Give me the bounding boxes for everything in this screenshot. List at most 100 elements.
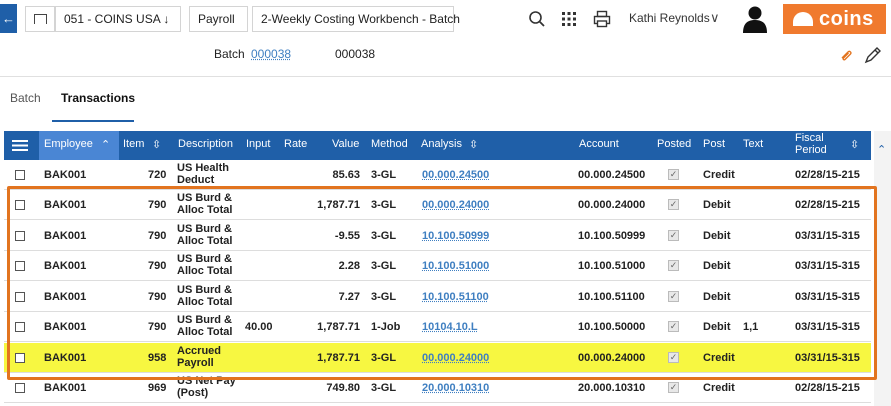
description-line-1: US Burd & xyxy=(177,284,232,296)
description-line-2: Alloc Total xyxy=(177,235,233,247)
col-text[interactable]: Text xyxy=(743,138,763,150)
col-rate[interactable]: Rate xyxy=(284,138,307,150)
analysis-link[interactable]: 10.100.50999 xyxy=(422,230,489,242)
table-row[interactable]: BAK001 720 US Health Deduct 85.63 3-GL 00.000.… xyxy=(4,160,871,190)
table-row[interactable]: BAK001 790 US Burd & Alloc Total 7.27 3-GL 10.… xyxy=(4,282,871,312)
sort-icon[interactable]: ⇳ xyxy=(152,138,161,151)
col-employee[interactable]: Employee xyxy=(44,138,93,150)
print-icon[interactable] xyxy=(593,10,611,28)
method-cell: 3-GL xyxy=(371,230,397,242)
column-menu-icon[interactable] xyxy=(12,139,28,152)
col-fiscal[interactable]: Fiscal xyxy=(795,132,824,144)
post-cell: Debit xyxy=(703,260,731,272)
breadcrumb-workbench[interactable]: 2-Weekly Costing Workbench - Batch xyxy=(252,6,460,32)
analysis-link[interactable]: 10104.10.L xyxy=(422,321,478,333)
value-cell: 85.63 xyxy=(332,169,360,181)
col-account[interactable]: Account xyxy=(579,138,619,150)
tab-transactions[interactable]: Transactions xyxy=(61,91,135,105)
account-cell: 00.000.24000 xyxy=(578,199,646,211)
item-cell: 790 xyxy=(148,291,167,303)
value-cell: 2.28 xyxy=(338,260,360,272)
table-row[interactable]: BAK001 790 US Burd & Alloc Total 1,787.71 3-G… xyxy=(4,190,871,220)
analysis-link[interactable]: 00.000.24000 xyxy=(422,199,489,211)
item-cell: 969 xyxy=(148,382,167,394)
back-button[interactable]: ← xyxy=(0,4,17,33)
description-line-1: US Net Pay xyxy=(177,375,236,387)
col-period[interactable]: Period xyxy=(795,144,827,156)
row-checkbox[interactable] xyxy=(15,200,25,210)
table-row[interactable]: BAK001 969 US Net Pay (Post) 749.80 3-GL 20.00… xyxy=(4,373,871,403)
item-cell: 790 xyxy=(148,260,167,272)
col-posted[interactable]: Posted xyxy=(657,138,691,150)
edit-icon[interactable] xyxy=(863,45,883,65)
sort-asc-icon[interactable]: ⌃ xyxy=(101,138,110,151)
analysis-link[interactable]: 00.000.24500 xyxy=(422,169,489,181)
col-input[interactable]: Input xyxy=(246,138,270,150)
vertical-scrollbar[interactable]: ⌃ xyxy=(874,131,891,406)
chevron-down-icon[interactable]: ∨ xyxy=(710,10,720,26)
breadcrumb-payroll[interactable]: Payroll xyxy=(189,6,248,32)
value-cell: 1,787.71 xyxy=(317,199,360,211)
row-checkbox[interactable] xyxy=(15,261,25,271)
description-line-2: Deduct xyxy=(177,174,215,186)
row-checkbox[interactable] xyxy=(15,231,25,241)
row-checkbox[interactable] xyxy=(15,170,25,180)
col-value[interactable]: Value xyxy=(332,138,359,150)
description-line-1: US Burd & xyxy=(177,253,232,265)
analysis-link[interactable]: 00.000.24000 xyxy=(422,352,489,364)
batch-link[interactable]: 000038 xyxy=(251,47,291,61)
paperclip-icon[interactable] xyxy=(839,48,855,64)
tab-batch[interactable]: Batch xyxy=(10,91,41,105)
period-cell: 03/31/15-315 xyxy=(795,352,860,364)
posted-checkbox: ✓ xyxy=(668,382,679,393)
account-cell: 10.100.51100 xyxy=(578,291,645,303)
analysis-link[interactable]: 20.000.10310 xyxy=(422,382,489,394)
employee-cell: BAK001 xyxy=(44,382,87,394)
row-checkbox[interactable] xyxy=(15,292,25,302)
table-row[interactable]: BAK001 790 US Burd & Alloc Total 2.28 3-GL 10.… xyxy=(4,251,871,281)
posted-checkbox: ✓ xyxy=(668,260,679,271)
col-analysis[interactable]: Analysis xyxy=(421,138,462,150)
row-checkbox[interactable] xyxy=(15,383,25,393)
employee-cell: BAK001 xyxy=(44,199,87,211)
analysis-link[interactable]: 10.100.51000 xyxy=(422,260,489,272)
apps-grid-icon[interactable] xyxy=(560,10,578,28)
period-cell: 03/31/15-315 xyxy=(795,230,860,242)
avatar[interactable] xyxy=(742,5,768,33)
search-icon[interactable] xyxy=(528,10,546,28)
chevron-up-icon[interactable]: ⌃ xyxy=(877,143,886,156)
post-cell: Debit xyxy=(703,199,731,211)
active-tab-indicator xyxy=(52,120,134,122)
col-method[interactable]: Method xyxy=(371,138,408,150)
table-row[interactable]: BAK001 958 Accrued Payroll 1,787.71 3-GL 00.00… xyxy=(4,343,871,373)
account-cell: 10.100.51000 xyxy=(578,260,646,272)
analysis-link[interactable]: 10.100.51100 xyxy=(422,291,489,303)
user-name[interactable]: Kathi Reynolds xyxy=(629,11,710,25)
coins-logo: coins xyxy=(783,4,886,34)
row-checkbox[interactable] xyxy=(15,322,25,332)
post-cell: Credit xyxy=(703,382,735,394)
home-breadcrumb[interactable] xyxy=(25,6,55,32)
description-line-1: US Burd & xyxy=(177,314,232,326)
description-line-2: Alloc Total xyxy=(177,265,233,277)
value-cell: -9.55 xyxy=(334,230,360,242)
sort-icon[interactable]: ⇳ xyxy=(469,138,478,151)
description-line-2: Alloc Total xyxy=(177,326,233,338)
description-line-2: Alloc Total xyxy=(177,204,233,216)
period-cell: 03/31/15-315 xyxy=(795,260,860,272)
sort-icon[interactable]: ⇳ xyxy=(850,138,859,151)
transactions-table: Employee ⌃ Item ⇳ Description Input Rate… xyxy=(4,131,871,406)
col-post[interactable]: Post xyxy=(703,138,725,150)
col-item[interactable]: Item xyxy=(123,138,144,150)
col-description[interactable]: Description xyxy=(178,138,233,150)
value-cell: 749.80 xyxy=(326,382,360,394)
row-checkbox[interactable] xyxy=(15,353,25,363)
employee-cell: BAK001 xyxy=(44,230,87,242)
account-cell: 00.000.24000 xyxy=(578,352,646,364)
description-line-1: US Burd & xyxy=(177,192,232,204)
account-cell: 20.000.10310 xyxy=(578,382,646,394)
breadcrumb-company[interactable]: 051 - COINS USA ↓ xyxy=(55,6,181,32)
table-row[interactable]: BAK001 790 US Burd & Alloc Total 40.00 1,787.… xyxy=(4,312,871,342)
period-cell: 02/28/15-215 xyxy=(795,169,860,181)
table-row[interactable]: BAK001 790 US Burd & Alloc Total -9.55 3-GL 10… xyxy=(4,221,871,251)
